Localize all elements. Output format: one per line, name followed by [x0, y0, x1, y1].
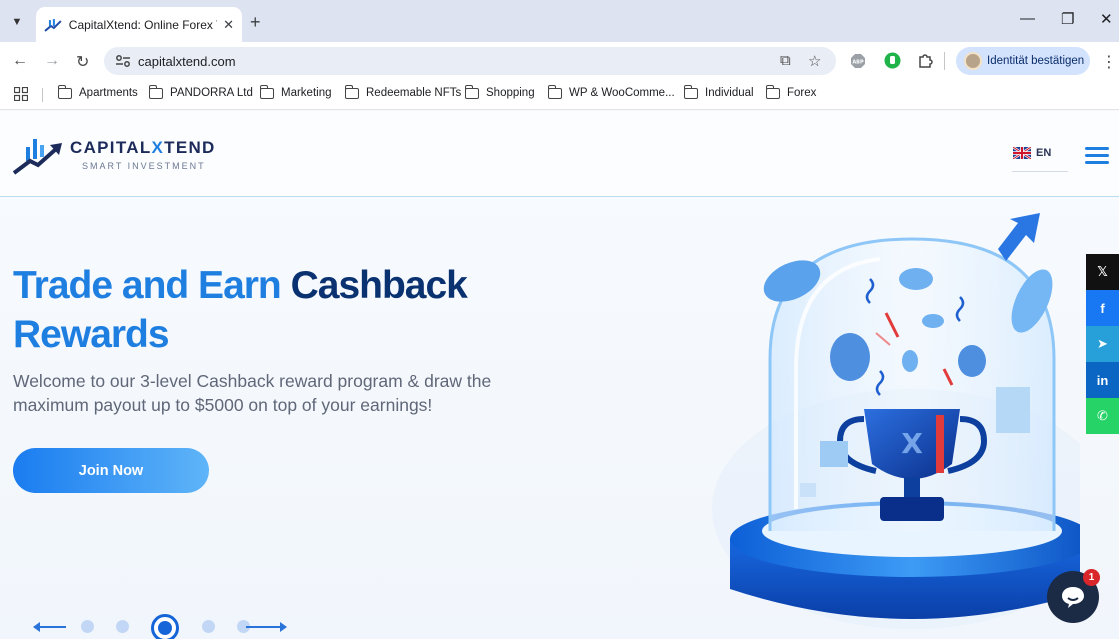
svg-text:ABP: ABP: [852, 60, 864, 66]
logo-wordmark: CAPITALXTEND: [70, 138, 216, 157]
back-button[interactable]: ←: [12, 52, 28, 70]
linkedin-icon[interactable]: in: [1086, 362, 1119, 398]
minimize-button[interactable]: —: [1020, 10, 1035, 27]
bookmarks-bar: Apartments PANDORRA Ltd Marketing Redeem…: [0, 80, 1119, 110]
language-code: EN: [1036, 147, 1052, 159]
slider-navigation: [33, 613, 294, 639]
slider-dot[interactable]: [116, 620, 129, 633]
reload-button[interactable]: ↻: [76, 52, 89, 72]
website-viewport: CAPITALXTEND SMART INVESTMENT EN Trade a…: [0, 111, 1119, 639]
logo-tagline: SMART INVESTMENT: [82, 161, 206, 171]
bookmark-folder[interactable]: PANDORRA Ltd: [148, 84, 253, 99]
bookmark-folder[interactable]: Redeemable NFTs: [344, 84, 461, 99]
slider-dot[interactable]: [81, 620, 94, 633]
profile-label: Identität bestätigen: [987, 55, 1085, 67]
tab-title: CapitalXtend: Online Forex Trad: [68, 17, 217, 32]
extension-green-icon[interactable]: [884, 52, 901, 69]
slider-dot[interactable]: [202, 620, 215, 633]
active-tab[interactable]: CapitalXtend: Online Forex Trad ✕: [36, 7, 242, 42]
bookmark-folder[interactable]: WP & WooComme...: [547, 84, 675, 99]
profile-avatar-icon: [964, 52, 982, 70]
join-now-button[interactable]: Join Now: [13, 448, 209, 493]
url-text: capitalxtend.com: [138, 54, 236, 69]
slider-next-arrow[interactable]: [246, 626, 284, 628]
bookmark-folder[interactable]: Individual: [683, 84, 754, 99]
forward-button[interactable]: →: [44, 52, 60, 70]
chevron-down-icon: ▼: [11, 16, 23, 28]
site-header: CAPITALXTEND SMART INVESTMENT EN: [0, 111, 1119, 197]
chat-bubble-icon: [1062, 587, 1084, 608]
browser-menu-icon[interactable]: ⋮: [1101, 52, 1117, 72]
tab-search-button[interactable]: ▼: [8, 13, 26, 31]
folder-icon: [57, 84, 72, 99]
language-underline: [1012, 171, 1068, 172]
folder-icon: [683, 84, 698, 99]
bookmark-folder[interactable]: Shopping: [464, 84, 535, 99]
slider-dot-active[interactable]: [151, 614, 179, 639]
folder-icon: [547, 84, 562, 99]
folder-icon: [464, 84, 479, 99]
capitalxtend-logo-icon[interactable]: [12, 133, 64, 175]
address-bar[interactable]: capitalxtend.com ⧉ ☆: [104, 47, 836, 75]
trophy-dome-illustration: X: [712, 213, 1080, 629]
svg-text:X: X: [901, 427, 923, 460]
x-icon[interactable]: 𝕏: [1086, 254, 1119, 290]
new-tab-button[interactable]: +: [250, 12, 261, 33]
close-tab-icon[interactable]: ✕: [223, 17, 234, 33]
hero-title: Trade and Earn Cashback Rewards: [13, 264, 468, 356]
capitalxtend-favicon-icon: [44, 18, 62, 32]
apps-grid-icon[interactable]: [14, 87, 28, 101]
extensions-puzzle-icon[interactable]: [917, 52, 934, 69]
whatsapp-icon[interactable]: ✆: [1086, 398, 1119, 434]
hero-subtitle: Welcome to our 3-level Cashback reward p…: [13, 371, 492, 415]
toolbar-divider: [944, 52, 945, 70]
profile-chip[interactable]: Identität bestätigen: [956, 47, 1090, 75]
arrow-left-icon[interactable]: [33, 622, 40, 632]
tab-strip: ▼ CapitalXtend: Online Forex Trad ✕ + — …: [0, 0, 1119, 42]
folder-icon: [344, 84, 359, 99]
site-info-icon[interactable]: [114, 53, 132, 69]
telegram-icon[interactable]: ➤: [1086, 326, 1119, 362]
chat-notification-badge: 1: [1083, 569, 1100, 586]
social-share-bar: 𝕏 f ➤ in ✆: [1086, 254, 1119, 434]
install-app-icon[interactable]: ⧉: [780, 52, 791, 69]
bookmark-folder[interactable]: Apartments: [57, 84, 138, 99]
folder-icon: [259, 84, 274, 99]
close-window-button[interactable]: ✕: [1100, 10, 1113, 28]
language-selector[interactable]: EN: [1013, 147, 1051, 159]
bookmark-folder[interactable]: Marketing: [259, 84, 332, 99]
bookmarks-divider: [42, 88, 43, 102]
folder-icon: [765, 84, 780, 99]
arrow-right-icon[interactable]: [280, 622, 287, 632]
hamburger-menu-icon[interactable]: [1085, 147, 1109, 164]
bookmark-folder[interactable]: Forex: [765, 84, 816, 99]
browser-toolbar: ← → ↻ capitalxtend.com ⧉ ☆ ABP: [0, 42, 1119, 80]
facebook-icon[interactable]: f: [1086, 290, 1119, 326]
uk-flag-icon: [1013, 147, 1031, 159]
bookmark-star-icon[interactable]: ☆: [808, 52, 821, 70]
adblock-plus-icon[interactable]: ABP: [850, 53, 866, 69]
restore-button[interactable]: ❐: [1061, 10, 1074, 28]
folder-icon: [148, 84, 163, 99]
